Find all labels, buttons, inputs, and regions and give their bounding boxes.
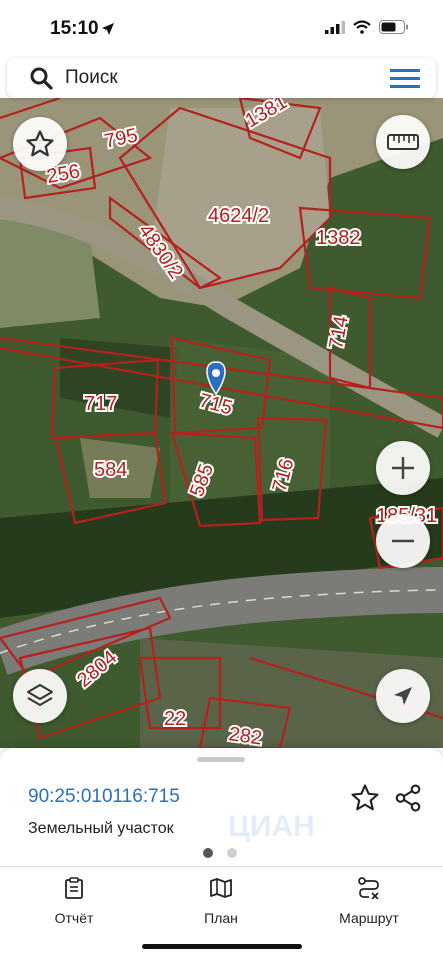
tab-label: Отчёт [54, 910, 94, 926]
svg-text:ЦИАН: ЦИАН [228, 810, 315, 843]
ruler-icon [387, 134, 419, 150]
location-arrow-icon [102, 23, 114, 35]
parcel-label[interactable]: 22 [162, 706, 188, 732]
search-input[interactable]: Поиск [65, 67, 118, 89]
cadastral-number[interactable]: 90:25:010116:715 [28, 786, 180, 808]
status-time: 15:10 [50, 18, 99, 39]
layers-button[interactable] [13, 669, 67, 723]
parcel-info-card[interactable]: 90:25:010116:715 Земельный участок ЦИАН [0, 748, 443, 866]
favorite-button[interactable] [13, 117, 67, 171]
map-icon [210, 878, 232, 898]
tab-label: План [204, 910, 238, 926]
map-view[interactable]: 795 256 1381 4624/2 4830/2 1382 714 717 … [0, 98, 443, 748]
status-bar: 15:10 [0, 0, 443, 58]
page-indicator[interactable] [203, 848, 237, 858]
star-icon [26, 130, 54, 157]
ruler-button[interactable] [376, 115, 430, 169]
layers-icon [27, 684, 53, 706]
tab-label: Маршрут [339, 910, 399, 926]
parcel-type: Земельный участок [28, 820, 174, 837]
search-bar[interactable]: Поиск [7, 58, 436, 98]
tab-plan[interactable]: План [161, 877, 281, 926]
watermark-logo: ЦИАН [228, 810, 315, 843]
zoom-out-icon [392, 539, 414, 543]
share-icon[interactable] [393, 783, 423, 813]
tab-route[interactable]: Маршрут [309, 877, 429, 926]
battery-icon [379, 20, 408, 34]
report-icon [65, 877, 83, 899]
parcel-label[interactable]: 1382 [314, 225, 363, 251]
parcel-label[interactable]: 4624/2 [206, 203, 271, 229]
home-indicator [142, 944, 302, 949]
search-icon [30, 67, 53, 90]
zoom-out-button[interactable] [376, 514, 430, 568]
route-icon [358, 877, 379, 900]
favorite-star-icon[interactable] [350, 783, 380, 813]
zoom-in-icon [392, 457, 414, 479]
sheet-grabber[interactable] [197, 757, 245, 762]
parcel-label[interactable]: 282 [225, 721, 265, 748]
status-icons [325, 20, 409, 34]
zoom-in-button[interactable] [376, 441, 430, 495]
page-dot[interactable] [227, 848, 237, 858]
hamburger-icon[interactable] [390, 69, 420, 89]
parcel-label[interactable]: 584 [92, 457, 129, 483]
location-arrow-icon [394, 687, 412, 705]
my-location-button[interactable] [376, 669, 430, 723]
tab-report[interactable]: Отчёт [14, 877, 134, 926]
map-canvas[interactable]: 795 256 1381 4624/2 4830/2 1382 714 717 … [0, 98, 443, 748]
page-dot[interactable] [203, 848, 213, 858]
parcel-label[interactable]: 717 [82, 391, 119, 417]
wifi-icon [353, 20, 371, 34]
cellular-signal-icon [325, 20, 345, 34]
